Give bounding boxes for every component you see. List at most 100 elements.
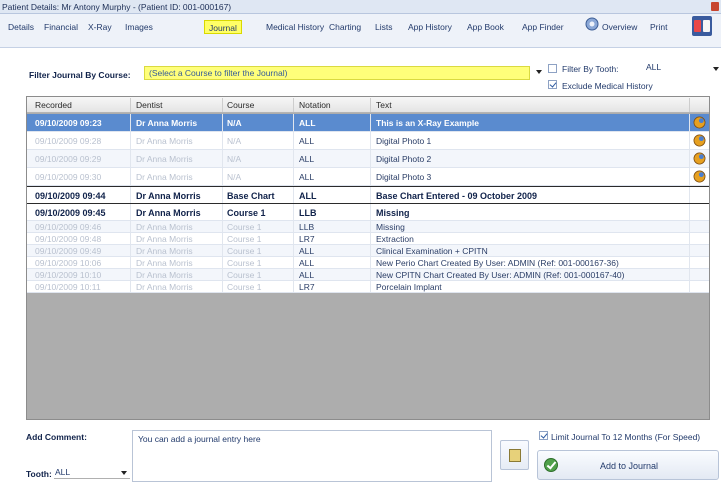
app-logo-icon (692, 16, 712, 36)
tooth-filter-select[interactable]: ALL (644, 62, 718, 74)
exclude-medical-label: Exclude Medical History (562, 81, 653, 91)
cell-text: Missing (376, 222, 405, 232)
cell-notation: ALL (299, 172, 315, 182)
table-row[interactable]: 09/10/2009 10:11 Dr Anna Morris Course 1 LR… (27, 281, 709, 293)
table-row[interactable]: 09/10/2009 09:44 Dr Anna Morris Base Chart… (27, 186, 709, 204)
table-row[interactable]: 09/10/2009 09:29 Dr Anna Morris N/A ALL Digi… (27, 150, 709, 168)
cell-course: N/A (227, 118, 242, 128)
cell-notation: ALL (299, 136, 315, 146)
cell-recorded: 09/10/2009 09:29 (35, 154, 102, 164)
cell-dentist: Dr Anna Morris (136, 282, 193, 292)
cell-dentist: Dr Anna Morris (136, 222, 193, 232)
add-to-journal-button[interactable]: Add to Journal (537, 450, 719, 480)
table-row[interactable]: 09/10/2009 09:23 Dr Anna Morris N/A ALL This… (27, 114, 709, 132)
cell-course: Course 1 (227, 258, 262, 268)
chevron-down-icon[interactable] (713, 67, 719, 71)
table-row[interactable]: 09/10/2009 10:06 Dr Anna Morris Course 1 AL… (27, 257, 709, 269)
calendar-button[interactable] (500, 440, 529, 470)
table-row[interactable]: 09/10/2009 09:45 Dr Anna Morris Course 1 LL… (27, 204, 709, 221)
cell-recorded: 09/10/2009 09:49 (35, 246, 102, 256)
tooth-select[interactable]: ALL (54, 465, 130, 479)
cell-recorded: 09/10/2009 09:45 (35, 208, 106, 218)
column-header-text[interactable]: Text (376, 100, 392, 110)
photo-icon[interactable] (693, 152, 706, 165)
cell-notation: LR7 (299, 234, 315, 244)
cell-dentist: Dr Anna Morris (136, 136, 193, 146)
menu-item-print[interactable]: Print (646, 20, 671, 34)
exclude-medical-checkbox[interactable] (548, 80, 557, 89)
chevron-down-icon[interactable] (536, 70, 542, 74)
cell-notation: ALL (299, 258, 315, 268)
menu-item-xray[interactable]: X-Ray (84, 20, 116, 34)
table-row[interactable]: 09/10/2009 09:28 Dr Anna Morris N/A ALL Digi… (27, 132, 709, 150)
menu-item-charting[interactable]: Charting (325, 20, 365, 34)
column-header-course[interactable]: Course (227, 100, 254, 110)
cell-dentist: Dr Anna Morris (136, 154, 193, 164)
menu-item-lists[interactable]: Lists (371, 20, 396, 34)
cell-course: Course 1 (227, 282, 262, 292)
limit-12-months-label: Limit Journal To 12 Months (For Speed) (551, 432, 701, 442)
cell-text: Digital Photo 2 (376, 154, 432, 164)
cell-recorded: 09/10/2009 09:46 (35, 222, 102, 232)
cell-text: Porcelain Implant (376, 282, 442, 292)
cell-text: Missing (376, 208, 410, 218)
cell-dentist: Dr Anna Morris (136, 172, 193, 182)
cell-recorded: 09/10/2009 10:10 (35, 270, 102, 280)
add-comment-panel: Add Comment: You can add a journal entry… (0, 420, 721, 484)
menu-item-overview[interactable]: Overview (598, 20, 641, 34)
cell-course: N/A (227, 154, 242, 164)
window-titlebar: Patient Details: Mr Antony Murphy - (Pat… (0, 0, 721, 14)
cell-course: Course 1 (227, 208, 266, 218)
comment-textarea[interactable]: You can add a journal entry here (132, 430, 492, 482)
table-row[interactable]: 09/10/2009 09:49 Dr Anna Morris Course 1 AL… (27, 245, 709, 257)
cell-course: N/A (227, 172, 242, 182)
cell-course: Course 1 (227, 246, 262, 256)
cell-course: Course 1 (227, 222, 262, 232)
column-header-notation[interactable]: Notation (299, 100, 331, 110)
cell-dentist: Dr Anna Morris (136, 208, 201, 218)
table-row[interactable]: 09/10/2009 09:48 Dr Anna Morris Course 1 LR… (27, 233, 709, 245)
column-header-dentist[interactable]: Dentist (136, 100, 162, 110)
add-comment-label: Add Comment: (26, 432, 87, 442)
chevron-down-icon[interactable] (121, 471, 127, 475)
filter-by-tooth-checkbox[interactable] (548, 64, 557, 73)
menu-item-journal[interactable]: Journal (204, 20, 242, 34)
photo-icon[interactable] (693, 134, 706, 147)
menu-item-details[interactable]: Details (4, 20, 38, 34)
photo-icon[interactable] (693, 116, 706, 129)
menu-item-financial[interactable]: Financial (40, 20, 82, 34)
table-row[interactable]: 09/10/2009 09:30 Dr Anna Morris N/A ALL Digi… (27, 168, 709, 186)
menu-item-images[interactable]: Images (121, 20, 157, 34)
cell-notation: ALL (299, 118, 316, 128)
cell-notation: ALL (299, 191, 317, 201)
cell-notation: ALL (299, 270, 315, 280)
calendar-icon (509, 449, 521, 462)
cell-notation: LR7 (299, 282, 315, 292)
window-title: Patient Details: Mr Antony Murphy - (Pat… (2, 2, 232, 12)
table-row[interactable]: 09/10/2009 09:46 Dr Anna Morris Course 1 LL… (27, 221, 709, 233)
add-to-journal-label: Add to Journal (599, 461, 659, 471)
close-icon[interactable] (711, 2, 719, 11)
photo-icon[interactable] (693, 170, 706, 183)
table-row[interactable]: 09/10/2009 10:10 Dr Anna Morris Course 1 AL… (27, 269, 709, 281)
cell-notation: ALL (299, 246, 315, 256)
cell-text: New Perio Chart Created By User: ADMIN (… (376, 258, 619, 268)
cell-recorded: 09/10/2009 09:28 (35, 136, 102, 146)
menu-item-app-finder[interactable]: App Finder (518, 20, 568, 34)
filter-bar: Filter Journal By Course: (Select a Cour… (0, 48, 721, 96)
menu-item-medical-history[interactable]: Medical History (262, 20, 328, 34)
journal-table[interactable]: Recorded Dentist Course Notation Text 09… (26, 96, 710, 420)
cell-text: Digital Photo 1 (376, 136, 432, 146)
cell-dentist: Dr Anna Morris (136, 246, 193, 256)
cell-recorded: 09/10/2009 09:30 (35, 172, 102, 182)
limit-12-months-checkbox[interactable] (539, 431, 548, 440)
column-header-recorded[interactable]: Recorded (35, 100, 72, 110)
menu-item-app-book[interactable]: App Book (463, 20, 508, 34)
menu-item-app-history[interactable]: App History (404, 20, 456, 34)
table-header: Recorded Dentist Course Notation Text (27, 97, 709, 113)
cell-text: Clinical Examination + CPITN (376, 246, 488, 256)
filter-by-tooth-label: Filter By Tooth: (562, 64, 619, 74)
cell-dentist: Dr Anna Morris (136, 234, 193, 244)
course-filter-select[interactable]: (Select a Course to filter the Journal) (144, 66, 530, 80)
cell-text: Digital Photo 3 (376, 172, 432, 182)
